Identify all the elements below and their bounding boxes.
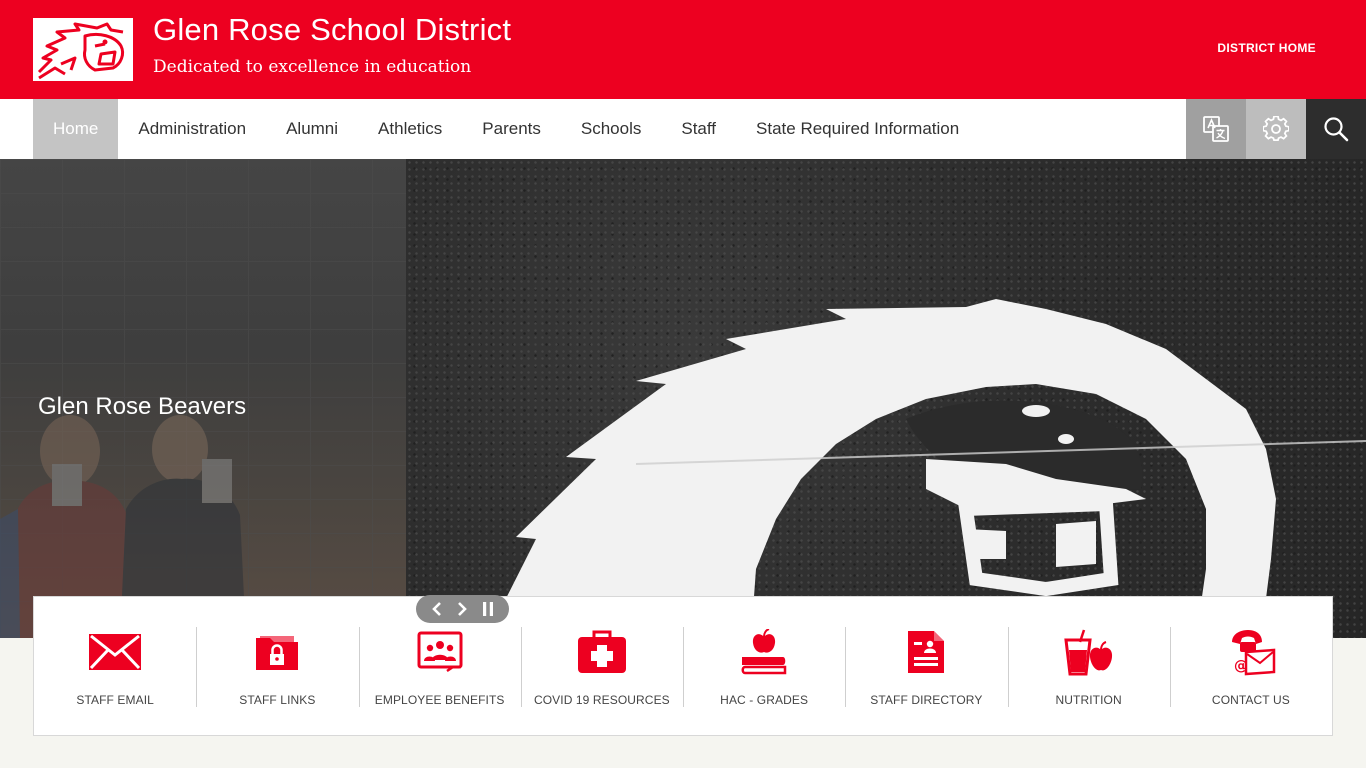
chevron-right-icon xyxy=(458,602,468,616)
district-home-link[interactable]: DISTRICT HOME xyxy=(1217,41,1316,55)
quicklink-staff-directory[interactable]: STAFF DIRECTORY xyxy=(845,597,1007,735)
pause-icon xyxy=(483,602,494,616)
nav-item-state-required-information[interactable]: State Required Information xyxy=(736,99,979,159)
hero-slideshow: Glen Rose Beavers xyxy=(0,159,1366,638)
nav-item-staff[interactable]: Staff xyxy=(661,99,736,159)
envelope-icon xyxy=(89,634,142,670)
slideshow-controls xyxy=(416,595,509,623)
drink-apple-icon xyxy=(1063,629,1112,676)
nav-item-athletics[interactable]: Athletics xyxy=(358,99,462,159)
quicklink-label: STAFF DIRECTORY xyxy=(870,693,983,707)
quicklink-staff-email[interactable]: STAFF EMAIL xyxy=(34,597,196,735)
beaver-mascot-painting xyxy=(486,299,1366,638)
hero-caption: Glen Rose Beavers xyxy=(38,393,247,420)
slide-pause-button[interactable] xyxy=(477,598,499,620)
beaver-logo[interactable] xyxy=(33,18,133,81)
quicklink-label: STAFF EMAIL xyxy=(76,693,154,707)
hero-photo-beaver-mascot xyxy=(406,159,1366,638)
quicklink-staff-links[interactable]: STAFF LINKS xyxy=(196,597,358,735)
nav-item-parents[interactable]: Parents xyxy=(462,99,561,159)
hero-photo-students: Glen Rose Beavers xyxy=(0,159,406,638)
locked-folder-icon xyxy=(256,636,299,670)
beaver-logo-icon xyxy=(37,22,125,79)
quicklink-label: NUTRITION xyxy=(1055,693,1122,707)
site-header: Glen Rose School District Dedicated to e… xyxy=(0,0,1366,99)
group-presentation-icon xyxy=(417,631,463,673)
quicklink-covid-19-resources[interactable]: COVID 19 RESOURCES xyxy=(520,597,683,735)
nav-list: Home Administration Alumni Athletics Par… xyxy=(33,99,979,159)
first-aid-kit-icon xyxy=(577,630,626,673)
gear-icon xyxy=(1263,116,1289,142)
quicklink-label: HAC - GRADES xyxy=(720,693,809,707)
site-title[interactable]: Glen Rose School District xyxy=(153,12,511,48)
quicklink-label: EMPLOYEE BENEFITS xyxy=(374,693,505,707)
chevron-left-icon xyxy=(431,602,441,616)
nav-item-home[interactable]: Home xyxy=(33,99,119,159)
site-tagline: Dedicated to excellence in education xyxy=(153,57,472,77)
quicklink-label: STAFF LINKS xyxy=(239,693,316,707)
quicklink-hac-grades[interactable]: HAC - GRADES xyxy=(683,597,845,735)
search-icon xyxy=(1324,117,1349,142)
apple-books-icon xyxy=(741,629,787,675)
quick-links-bar: STAFF EMAIL STAFF LINKS EMPLOYEE BENEFIT… xyxy=(33,596,1333,736)
translate-icon xyxy=(1203,116,1229,142)
nav-item-administration[interactable]: Administration xyxy=(118,99,266,159)
quicklink-label: CONTACT US xyxy=(1211,693,1290,707)
nav-item-alumni[interactable]: Alumni xyxy=(266,99,358,159)
svg-text:@: @ xyxy=(1234,658,1248,674)
quicklink-label: COVID 19 RESOURCES xyxy=(533,693,670,707)
translate-button[interactable] xyxy=(1186,99,1246,159)
slide-prev-button[interactable] xyxy=(426,598,448,620)
nav-item-schools[interactable]: Schools xyxy=(561,99,661,159)
page: Glen Rose School District Dedicated to e… xyxy=(0,0,1366,768)
search-button[interactable] xyxy=(1306,99,1366,159)
main-nav: Home Administration Alumni Athletics Par… xyxy=(0,99,1366,159)
directory-document-icon xyxy=(908,631,945,673)
nav-tools xyxy=(1186,99,1366,159)
phone-mail-icon: @ xyxy=(1231,630,1276,676)
settings-button[interactable] xyxy=(1246,99,1306,159)
quicklink-contact-us[interactable]: @ CONTACT US xyxy=(1169,597,1332,735)
slide-next-button[interactable] xyxy=(451,598,473,620)
quicklink-nutrition[interactable]: NUTRITION xyxy=(1007,597,1170,735)
